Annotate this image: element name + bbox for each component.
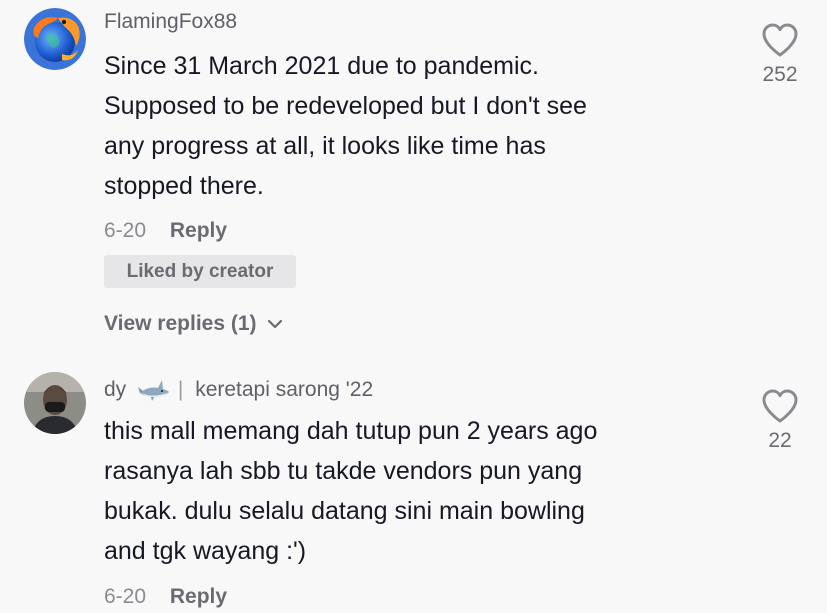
username-text[interactable]: FlamingFox88	[104, 10, 237, 33]
liked-by-creator-badge: Liked by creator	[104, 255, 296, 288]
heart-outline-icon[interactable]	[761, 22, 799, 58]
comment-meta: 6-20 Reply	[104, 217, 227, 245]
comment-text: this mall memang dah tutup pun 2 years a…	[104, 417, 598, 565]
person-photo-avatar-icon	[24, 372, 86, 434]
comment-username[interactable]: dy | keretapi sarong '22	[104, 376, 373, 404]
view-replies-label[interactable]: View replies (1)	[104, 312, 257, 335]
chevron-down-icon	[268, 320, 283, 329]
like-button[interactable]: 22	[750, 388, 810, 454]
user-avatar[interactable]	[24, 372, 86, 434]
comment-date: 6-20	[104, 585, 147, 608]
reply-button[interactable]: Reply	[170, 219, 227, 242]
comment-date: 6-20	[104, 219, 147, 242]
heart-outline-icon[interactable]	[761, 388, 799, 424]
like-button[interactable]: 252	[750, 22, 810, 88]
username-separator: |	[177, 378, 184, 401]
reply-button[interactable]: Reply	[170, 585, 227, 608]
comment-text: Since 31 March 2021 due to pandemic. Sup…	[104, 52, 587, 200]
fox-globe-avatar-icon	[24, 8, 86, 70]
comment-item: FlamingFox88 Since 31 March 2021 due to …	[0, 0, 827, 360]
comment-username[interactable]: FlamingFox88	[104, 8, 237, 36]
user-avatar[interactable]	[24, 8, 86, 70]
view-replies-button[interactable]: View replies (1)	[104, 309, 284, 339]
like-count: 22	[768, 429, 792, 452]
shark-emoji-icon	[138, 380, 170, 402]
comment-item: dy | keretapi sarong '22 this mall meman…	[0, 360, 827, 613]
like-count: 252	[762, 63, 798, 86]
username-text[interactable]: dy	[104, 378, 126, 401]
comment-meta: 6-20 Reply	[104, 583, 227, 611]
username-extra: keretapi sarong '22	[195, 378, 374, 401]
